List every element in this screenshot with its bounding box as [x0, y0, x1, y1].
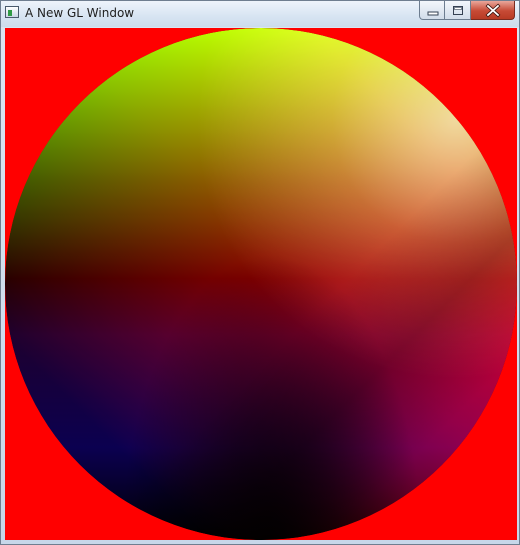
window-title: A New GL Window [25, 6, 135, 20]
maximize-button[interactable] [445, 1, 471, 20]
sphere-diagonal-shade [5, 28, 517, 540]
minimize-icon [427, 11, 439, 16]
close-icon [485, 3, 501, 18]
app-window-icon[interactable] [5, 6, 19, 18]
maximize-icon [453, 6, 463, 15]
shaded-sphere [5, 28, 517, 540]
minimize-button[interactable] [419, 1, 445, 20]
gl-window: A New GL Window [0, 0, 520, 545]
title-bar[interactable]: A New GL Window [1, 1, 519, 27]
window-controls [419, 1, 515, 21]
gl-canvas[interactable] [5, 28, 517, 540]
close-button[interactable] [471, 1, 515, 20]
